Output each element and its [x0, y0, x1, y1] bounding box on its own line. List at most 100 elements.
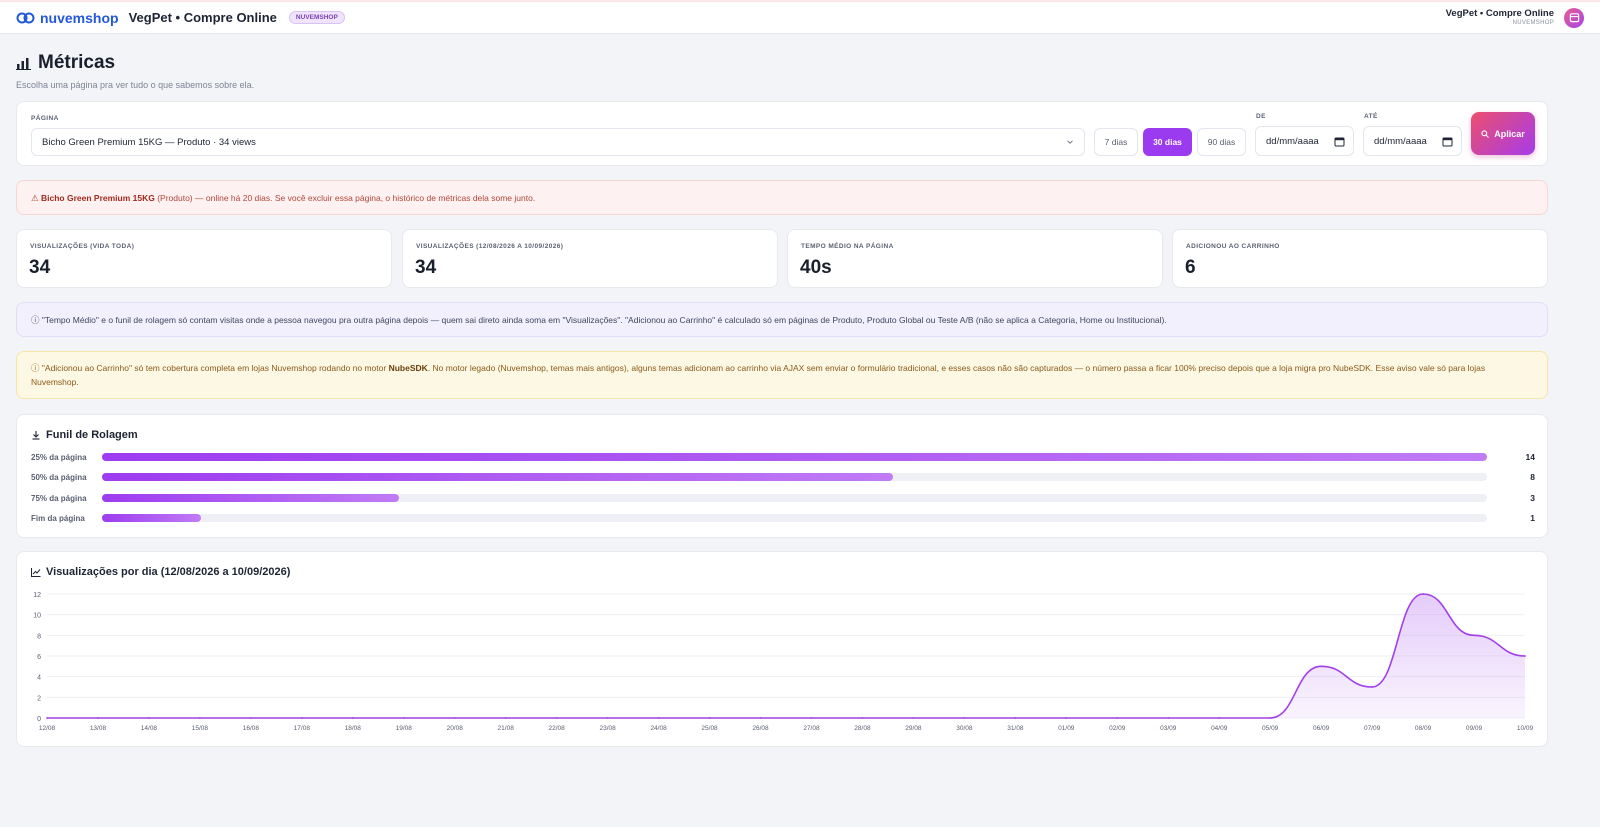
warning-icon: ⚠ [31, 193, 39, 203]
data-point [1065, 717, 1068, 719]
x-tick-label: 09/09 [1466, 725, 1483, 732]
x-tick-label: 31/08 [1007, 725, 1024, 732]
funnel-count: 3 [1530, 493, 1535, 503]
page-title: Métricas [16, 52, 254, 74]
avatar[interactable] [1564, 7, 1584, 28]
funnel-track [102, 514, 1487, 522]
user-menu[interactable]: VegPet • Compre Online NUVEMSHOP [1446, 7, 1584, 28]
y-tick-label: 6 [37, 654, 41, 661]
search-icon [1481, 129, 1490, 138]
data-point [402, 717, 405, 719]
data-point [861, 717, 864, 719]
x-tick-label: 10/09 [1517, 725, 1534, 732]
range-30-days-button[interactable]: 30 dias [1143, 128, 1192, 156]
funnel-bar [102, 494, 399, 502]
x-tick-label: 26/08 [752, 725, 769, 732]
data-point [810, 717, 813, 719]
x-tick-label: 06/09 [1313, 725, 1330, 732]
data-point [148, 717, 150, 719]
x-tick-label: 01/09 [1058, 725, 1075, 732]
range-90-days-button[interactable]: 90 dias [1197, 128, 1246, 156]
data-point [708, 717, 711, 719]
x-tick-label: 22/08 [549, 725, 566, 732]
funnel-track [102, 453, 1487, 461]
funnel-track [102, 473, 1487, 481]
apply-button[interactable]: Aplicar [1471, 112, 1535, 155]
x-tick-label: 18/08 [345, 725, 362, 732]
warning-text-before: "Adicionou ao Carrinho" só tem cobertura… [39, 363, 389, 373]
top-bar: nuvemshop VegPet • Compre Online NUVEMSH… [0, 0, 1600, 34]
funnel-row: 50% da página 8 [31, 472, 1535, 484]
data-point [912, 717, 915, 719]
user-info: VegPet • Compre Online NUVEMSHOP [1446, 9, 1554, 27]
brand-logo[interactable]: nuvemshop [16, 10, 119, 26]
x-tick-label: 27/08 [803, 725, 820, 732]
x-tick-label: 04/09 [1211, 725, 1228, 732]
x-tick-label: 17/08 [294, 725, 311, 732]
data-point [1422, 593, 1424, 595]
nubesdk-warning: ⓘ "Adicionou ao Carrinho" só tem cobertu… [16, 351, 1548, 399]
data-point [1116, 717, 1119, 719]
stat-value: 40s [800, 257, 832, 278]
data-point [1167, 717, 1170, 719]
download-arrow-icon [32, 431, 40, 440]
to-date-input[interactable]: dd/mm/aaaa [1363, 126, 1462, 156]
page-select-value: Bicho Green Premium 15KG — Produto · 34 … [42, 136, 256, 148]
page-title-text: Métricas [38, 52, 116, 73]
data-point [1269, 717, 1272, 719]
cloud-logo-icon [16, 12, 35, 23]
funnel-count: 14 [1525, 452, 1535, 462]
y-tick-label: 12 [33, 592, 41, 599]
page-select-label: PÁGINA [31, 115, 59, 122]
store-name: VegPet • Compre Online [128, 10, 277, 25]
alert-page-name: Bicho Green Premium 15KG [41, 193, 155, 203]
x-tick-label: 13/08 [90, 725, 107, 732]
page-select[interactable]: Bicho Green Premium 15KG — Produto · 34 … [31, 128, 1085, 156]
stat-card-add-to-cart: ADICIONOU AO CARRINHO 6 [1172, 229, 1548, 288]
data-point [453, 717, 456, 719]
x-tick-label: 12/08 [39, 725, 56, 732]
x-tick-label: 14/08 [141, 725, 158, 732]
funnel-bar [102, 473, 894, 481]
data-point [97, 717, 99, 719]
from-date-value: dd/mm/aaaa [1266, 135, 1319, 147]
data-point [1218, 717, 1221, 719]
y-tick-label: 10 [33, 613, 41, 620]
store-icon [1569, 13, 1579, 23]
data-point [300, 717, 303, 719]
data-point [249, 717, 252, 719]
x-tick-label: 28/08 [854, 725, 871, 732]
funnel-track [102, 494, 1487, 502]
funnel-count: 8 [1530, 472, 1535, 482]
funnel-row: 75% da página 3 [31, 493, 1535, 505]
data-point [198, 717, 201, 719]
stat-card-lifetime-views: VISUALIZAÇÕES (VIDA TODA) 34 [16, 229, 392, 288]
stat-label: VISUALIZAÇÕES (VIDA TODA) [30, 243, 135, 250]
range-7-days-button[interactable]: 7 dias [1094, 128, 1138, 156]
data-point [1014, 717, 1017, 719]
platform-badge: NUVEMSHOP [288, 11, 345, 24]
from-date-label: DE [1256, 113, 1266, 120]
from-date-input[interactable]: dd/mm/aaaa [1255, 126, 1354, 156]
x-tick-label: 08/09 [1415, 725, 1432, 732]
x-tick-label: 16/08 [243, 725, 260, 732]
scroll-funnel-card: Funil de Rolagem 25% da página 14 50% da… [16, 414, 1548, 538]
stat-value: 34 [29, 257, 51, 278]
apply-button-label: Aplicar [1494, 128, 1525, 139]
to-date-label: ATÉ [1364, 113, 1378, 120]
daily-views-chart-card: Visualizações por dia (12/08/2026 a 10/0… [16, 551, 1548, 747]
data-point [555, 717, 558, 719]
x-tick-label: 25/08 [701, 725, 718, 732]
stat-value: 6 [1185, 257, 1196, 278]
daily-views-chart: 0 2 4 6 8 10 12 12/08 13/08 14/08 15/08 16/08 17/08 1… [33, 592, 1534, 732]
user-name: VegPet • Compre Online [1445, 7, 1554, 19]
warning-text-bold: NubeSDK [388, 363, 428, 373]
funnel-title: Funil de Rolagem [31, 429, 138, 441]
funnel-row: Fim da página 1 [31, 513, 1535, 525]
data-point [1371, 686, 1374, 688]
y-tick-label: 2 [37, 695, 41, 702]
x-tick-label: 24/08 [650, 725, 667, 732]
x-tick-label: 02/09 [1109, 725, 1126, 732]
stat-value: 34 [415, 257, 437, 278]
y-tick-label: 8 [37, 633, 41, 640]
